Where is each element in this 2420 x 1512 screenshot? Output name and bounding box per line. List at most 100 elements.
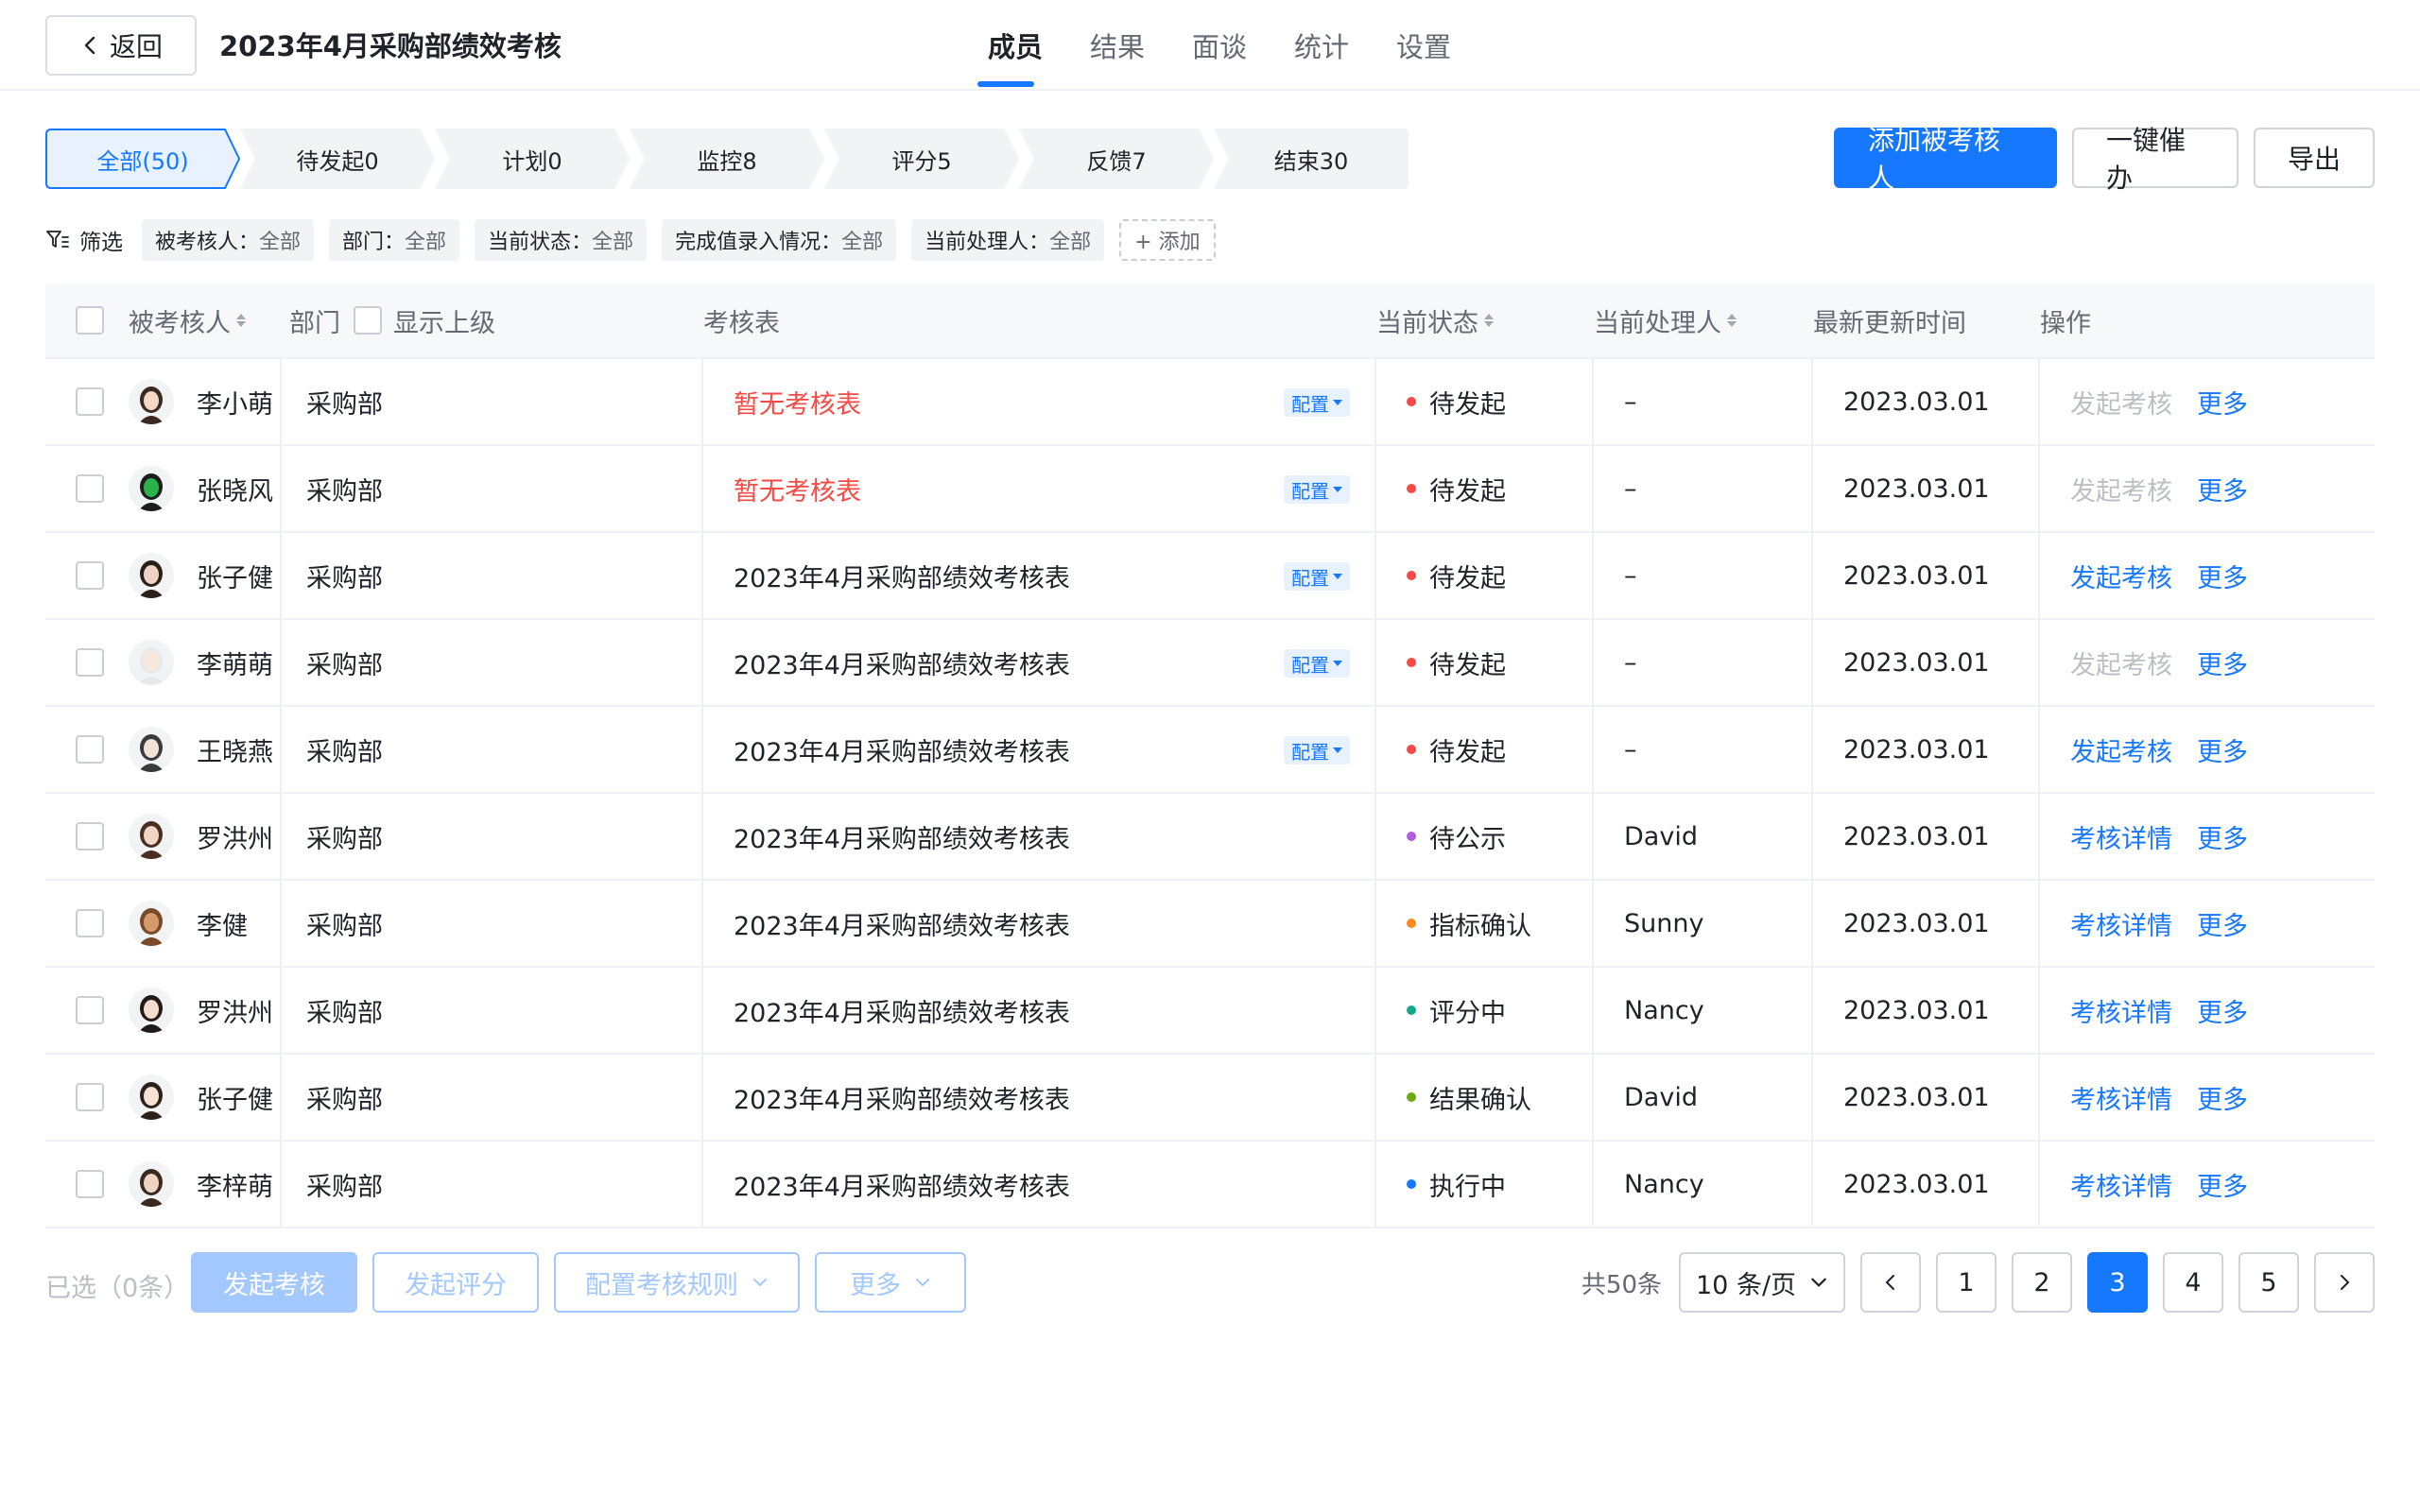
row-more-action[interactable]: 更多 bbox=[2197, 471, 2248, 507]
header-handler[interactable]: 当前处理人 bbox=[1594, 284, 1813, 357]
prev-page-button[interactable] bbox=[1860, 1252, 1921, 1313]
time-cell: 2023.03.01 bbox=[1813, 620, 2040, 705]
batch-start-score-button[interactable]: 发起评分 bbox=[372, 1252, 539, 1313]
step-monitor[interactable]: 监控8 bbox=[630, 129, 824, 189]
row-more-action[interactable]: 更多 bbox=[2197, 644, 2248, 681]
row-primary-action[interactable]: 考核详情 bbox=[2070, 905, 2172, 942]
row-more-action[interactable]: 更多 bbox=[2197, 905, 2248, 942]
ops-cell: 发起考核 更多 bbox=[2040, 359, 2375, 444]
total-count: 共50条 bbox=[1581, 1270, 1662, 1299]
sort-icon[interactable] bbox=[1727, 314, 1737, 327]
filter-chip-completion[interactable]: 完成值录入情况： 全部 bbox=[662, 219, 897, 261]
tab-results[interactable]: 结果 bbox=[1066, 0, 1168, 91]
step-pending[interactable]: 待发起0 bbox=[240, 129, 435, 189]
handler-cell: Nancy bbox=[1594, 968, 1813, 1053]
page-button-4[interactable]: 4 bbox=[2163, 1252, 2223, 1313]
form-name: 2023年4月采购部绩效考核表 bbox=[734, 563, 1070, 593]
row-check-cell bbox=[45, 446, 104, 531]
page-button-5[interactable]: 5 bbox=[2238, 1252, 2299, 1313]
row-more-action[interactable]: 更多 bbox=[2197, 1166, 2248, 1203]
tab-bar: 成员 结果 面谈 统计 设置 bbox=[964, 0, 1475, 91]
reviewee-cell: 李萌萌 bbox=[91, 620, 282, 705]
filter-chip-dept[interactable]: 部门： 全部 bbox=[329, 219, 460, 261]
batch-start-review-button[interactable]: 发起考核 bbox=[191, 1252, 357, 1313]
step-feedback[interactable]: 反馈7 bbox=[1019, 129, 1214, 189]
filter-chip-value: 全部 bbox=[405, 231, 447, 254]
config-dropdown[interactable]: 配置 bbox=[1284, 388, 1350, 417]
tab-statistics[interactable]: 统计 bbox=[1270, 0, 1373, 91]
form-name[interactable]: 暂无考核表 bbox=[734, 384, 861, 421]
handler-cell: – bbox=[1594, 446, 1813, 531]
row-primary-action[interactable]: 发起考核 bbox=[2070, 558, 2172, 594]
row-more-action[interactable]: 更多 bbox=[2197, 384, 2248, 421]
sort-icon[interactable] bbox=[236, 314, 246, 327]
handler-cell: – bbox=[1594, 620, 1813, 705]
row-primary-action[interactable]: 考核详情 bbox=[2070, 1079, 2172, 1116]
row-more-action[interactable]: 更多 bbox=[2197, 1079, 2248, 1116]
row-more-action[interactable]: 更多 bbox=[2197, 992, 2248, 1029]
dept-cell: 采购部 bbox=[282, 620, 703, 705]
table-row: 罗洪州 采购部 2023年4月采购部绩效考核表 待公示 David 2023.0… bbox=[45, 794, 2375, 881]
filter-chip-reviewee[interactable]: 被考核人： 全部 bbox=[142, 219, 315, 261]
page-button-1[interactable]: 1 bbox=[1936, 1252, 1996, 1313]
header-name[interactable]: 被考核人 bbox=[91, 284, 289, 357]
show-parent-checkbox[interactable] bbox=[354, 306, 382, 335]
config-rules-dropdown[interactable]: 配置考核规则 bbox=[554, 1252, 800, 1313]
row-more-action[interactable]: 更多 bbox=[2197, 731, 2248, 768]
update-time: 2023.03.01 bbox=[1843, 995, 1990, 1025]
tab-interview[interactable]: 面谈 bbox=[1168, 0, 1270, 91]
filter-icon bbox=[46, 231, 69, 248]
status-text: 指标确认 bbox=[1429, 911, 1531, 941]
header-dept-label: 部门 bbox=[289, 308, 340, 338]
handler-name: – bbox=[1624, 647, 1637, 678]
status-text: 评分中 bbox=[1429, 998, 1506, 1028]
page-button-2[interactable]: 2 bbox=[2012, 1252, 2072, 1313]
step-end[interactable]: 结束30 bbox=[1214, 129, 1409, 189]
row-check-cell bbox=[45, 707, 104, 792]
next-page-button[interactable] bbox=[2314, 1252, 2375, 1313]
dept-name: 采购部 bbox=[306, 389, 383, 420]
row-primary-action[interactable]: 发起考核 bbox=[2070, 731, 2172, 768]
batch-more-label: 更多 bbox=[850, 1270, 901, 1300]
filter-chip-status[interactable]: 当前状态： 全部 bbox=[475, 219, 648, 261]
row-more-action[interactable]: 更多 bbox=[2197, 818, 2248, 855]
time-cell: 2023.03.01 bbox=[1813, 446, 2040, 531]
tab-members[interactable]: 成员 bbox=[964, 0, 1066, 91]
dept-name: 采购部 bbox=[306, 911, 383, 941]
row-more-action[interactable]: 更多 bbox=[2197, 558, 2248, 594]
step-all[interactable]: 全部(50) bbox=[45, 129, 240, 189]
tab-settings[interactable]: 设置 bbox=[1373, 0, 1475, 91]
export-button[interactable]: 导出 bbox=[2254, 128, 2375, 188]
row-primary-action[interactable]: 考核详情 bbox=[2070, 1166, 2172, 1203]
step-score[interactable]: 评分5 bbox=[824, 129, 1019, 189]
status-cell: 待发起 bbox=[1376, 446, 1594, 531]
page-size-select[interactable]: 10 条/页 bbox=[1679, 1252, 1845, 1313]
status-cell: 评分中 bbox=[1376, 968, 1594, 1053]
add-reviewee-button[interactable]: 添加被考核人 bbox=[1834, 125, 2057, 194]
step-plan[interactable]: 计划0 bbox=[435, 129, 630, 189]
config-dropdown[interactable]: 配置 bbox=[1284, 562, 1350, 591]
config-dropdown[interactable]: 配置 bbox=[1284, 649, 1350, 678]
batch-more-dropdown[interactable]: 更多 bbox=[815, 1252, 966, 1313]
filter-chip-handler[interactable]: 当前处理人： 全部 bbox=[911, 219, 1105, 261]
filter-toggle[interactable]: 筛选 bbox=[45, 224, 123, 256]
row-primary-action[interactable]: 考核详情 bbox=[2070, 992, 2172, 1029]
urge-all-button[interactable]: 一键催办 bbox=[2072, 125, 2238, 194]
row-primary-action[interactable]: 考核详情 bbox=[2070, 818, 2172, 855]
config-dropdown[interactable]: 配置 bbox=[1284, 475, 1350, 504]
back-label: 返回 bbox=[109, 31, 163, 62]
status-dot bbox=[1407, 571, 1416, 580]
reviewee-cell: 王晓燕 bbox=[91, 707, 282, 792]
pagination: 共50条 10 条/页 1 2 3 4 5 bbox=[1582, 1252, 2375, 1313]
header-show-parent-label: 显示上级 bbox=[393, 308, 495, 338]
filter-label: 筛选 bbox=[79, 231, 123, 255]
back-button[interactable]: 返回 bbox=[45, 15, 197, 76]
page-button-3[interactable]: 3 bbox=[2087, 1252, 2148, 1313]
sort-icon[interactable] bbox=[1484, 314, 1494, 327]
handler-cell: – bbox=[1594, 359, 1813, 444]
add-filter-button[interactable]: + 添加 bbox=[1119, 219, 1216, 261]
header-status[interactable]: 当前状态 bbox=[1376, 284, 1594, 357]
form-name: 2023年4月采购部绩效考核表 bbox=[734, 1085, 1070, 1115]
config-dropdown[interactable]: 配置 bbox=[1284, 736, 1350, 765]
form-name[interactable]: 暂无考核表 bbox=[734, 471, 861, 507]
